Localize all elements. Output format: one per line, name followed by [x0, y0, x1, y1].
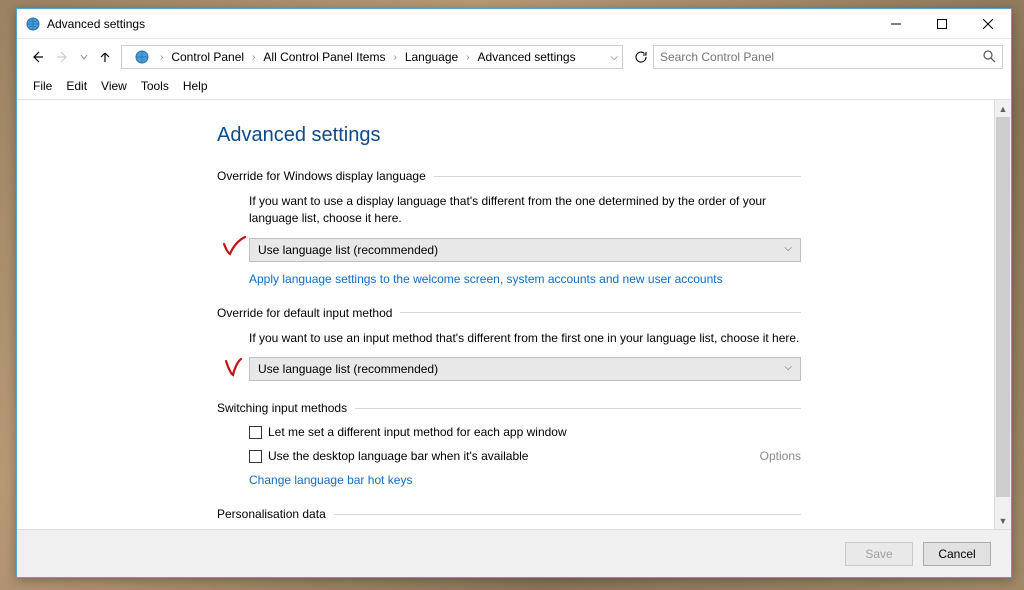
recent-dropdown[interactable] [77, 45, 91, 69]
hotkeys-link[interactable]: Change language bar hot keys [249, 473, 412, 487]
maximize-button[interactable] [919, 9, 965, 39]
section-header-label: Override for Windows display language [217, 169, 426, 183]
content-area: Advanced settings Override for Windows d… [17, 100, 1011, 529]
menu-file[interactable]: File [27, 77, 58, 95]
checkbox-label: Use the desktop language bar when it's a… [268, 449, 528, 463]
input-method-dropdown[interactable]: Use language list (recommended) [249, 357, 801, 381]
save-button[interactable]: Save [845, 542, 913, 566]
menu-edit[interactable]: Edit [60, 77, 93, 95]
divider [355, 408, 801, 409]
breadcrumb-item[interactable]: Advanced settings [474, 48, 580, 66]
minimize-button[interactable] [873, 9, 919, 39]
chevron-down-icon[interactable]: ⌵ [610, 52, 618, 63]
search-input[interactable] [660, 50, 978, 64]
checkbox-row-per-app[interactable]: Let me set a different input method for … [249, 425, 801, 439]
window: Advanced settings [16, 8, 1012, 578]
menu-tools[interactable]: Tools [135, 77, 175, 95]
navbar: › Control Panel › All Control Panel Item… [17, 39, 1011, 75]
section-header-label: Personalisation data [217, 507, 326, 521]
window-title: Advanced settings [47, 17, 145, 31]
divider [434, 176, 801, 177]
up-button[interactable] [93, 45, 117, 69]
dropdown-value: Use language list (recommended) [258, 362, 438, 376]
display-language-dropdown[interactable]: Use language list (recommended) [249, 238, 801, 262]
apply-settings-link[interactable]: Apply language settings to the welcome s… [249, 272, 723, 286]
refresh-button[interactable] [631, 50, 651, 64]
language-icon [132, 47, 152, 67]
chevron-right-icon: › [462, 52, 473, 63]
checkbox-label: Let me set a different input method for … [268, 425, 567, 439]
menu-view[interactable]: View [95, 77, 133, 95]
annotation-checkmark-icon [221, 234, 251, 258]
scrollbar[interactable]: ▲ ▼ [994, 100, 1011, 529]
chevron-right-icon: › [248, 52, 259, 63]
page-title: Advanced settings [217, 124, 801, 147]
titlebar: Advanced settings [17, 9, 1011, 39]
section-switching: Switching input methods Let me set a dif… [217, 401, 801, 487]
options-link[interactable]: Options [760, 449, 801, 463]
divider [400, 312, 801, 313]
chevron-right-icon: › [156, 52, 167, 63]
forward-button[interactable] [51, 45, 75, 69]
search-icon[interactable] [982, 49, 996, 66]
divider [334, 514, 801, 515]
section-personalisation: Personalisation data This data is only u… [217, 507, 801, 529]
cancel-button[interactable]: Cancel [923, 542, 991, 566]
back-button[interactable] [25, 45, 49, 69]
scroll-thumb[interactable] [996, 117, 1010, 497]
checkbox-row-language-bar[interactable]: Use the desktop language bar when it's a… [249, 449, 801, 463]
section-display-language: Override for Windows display language If… [217, 169, 801, 286]
section-description: If you want to use an input method that'… [249, 330, 801, 347]
chevron-right-icon: › [389, 52, 400, 63]
address-bar[interactable]: › Control Panel › All Control Panel Item… [121, 45, 623, 69]
breadcrumb-item[interactable]: All Control Panel Items [259, 48, 389, 66]
breadcrumb-item[interactable]: Control Panel [167, 48, 248, 66]
button-bar: Save Cancel [17, 529, 1011, 577]
app-icon [25, 16, 41, 32]
scroll-up-icon[interactable]: ▲ [995, 100, 1011, 117]
menu-help[interactable]: Help [177, 77, 214, 95]
section-input-method: Override for default input method If you… [217, 306, 801, 381]
section-header-label: Override for default input method [217, 306, 392, 320]
section-description: If you want to use a display language th… [249, 193, 801, 228]
breadcrumb-item[interactable]: Language [401, 48, 462, 66]
search-box[interactable] [653, 45, 1003, 69]
menubar: File Edit View Tools Help [17, 75, 1011, 97]
close-button[interactable] [965, 9, 1011, 39]
checkbox-language-bar[interactable] [249, 450, 262, 463]
section-header-label: Switching input methods [217, 401, 347, 415]
scroll-down-icon[interactable]: ▼ [995, 512, 1011, 529]
checkbox-per-app[interactable] [249, 426, 262, 439]
dropdown-value: Use language list (recommended) [258, 243, 438, 257]
